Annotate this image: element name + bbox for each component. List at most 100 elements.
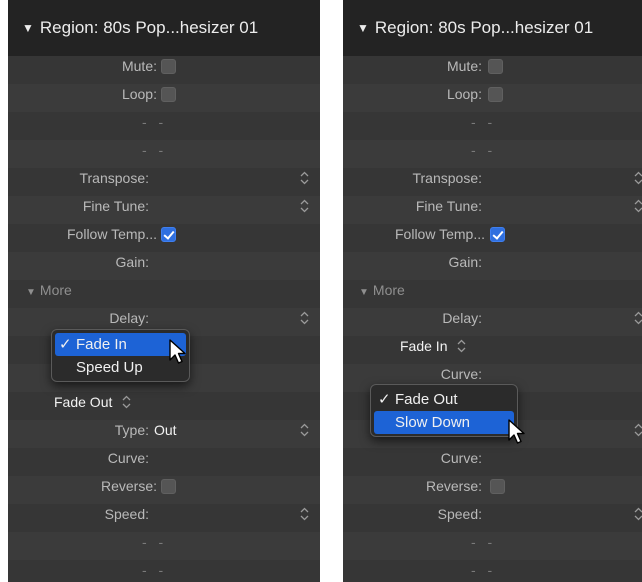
region-header[interactable]: ▼ Region: 80s Pop...hesizer 01 <box>343 0 642 56</box>
delay-row: Delay: <box>343 304 642 332</box>
fine-tune-stepper-icon[interactable] <box>300 199 309 213</box>
check-mark-icon: ✓ <box>59 336 72 353</box>
type-value[interactable]: Out <box>154 416 177 444</box>
reverse-row: Reverse: <box>8 472 320 500</box>
region-inspector-left: ▼ Region: 80s Pop...hesizer 01 Mute: Loop… <box>8 0 320 582</box>
speed-label: Speed: <box>104 506 149 522</box>
gain-label: Gain: <box>448 254 482 270</box>
type-label: Type: <box>114 422 149 438</box>
empty-row: - - <box>8 136 320 164</box>
region-title: Region: 80s Pop...hesizer 01 <box>374 18 594 37</box>
more-label: More <box>39 282 72 298</box>
transpose-stepper-icon[interactable] <box>634 171 642 185</box>
empty-value: - - <box>142 562 168 578</box>
fade-in-row: Fade In <box>343 332 642 360</box>
empty-value: - - <box>142 142 168 158</box>
empty-value: - - <box>471 142 497 158</box>
more-label: More <box>372 282 405 298</box>
menu-item-label: Fade In <box>76 336 127 353</box>
gain-row: Gain: <box>8 248 320 276</box>
more-row[interactable]: ▼ More <box>8 276 320 304</box>
region-header[interactable]: ▼ Region: 80s Pop...hesizer 01 <box>8 0 320 56</box>
check-mark-icon: ✓ <box>378 391 391 408</box>
fine-tune-row: Fine Tune: <box>8 192 320 220</box>
more-disclosure[interactable]: ▼ More <box>359 276 405 307</box>
mute-checkbox[interactable] <box>161 59 176 74</box>
menu-item-slow-down[interactable]: Slow Down <box>374 411 514 434</box>
fade-mode-popup[interactable]: Fade In <box>400 332 466 360</box>
empty-value: - - <box>471 114 497 130</box>
speed-stepper-icon[interactable] <box>634 507 642 521</box>
delay-label: Delay: <box>109 310 149 326</box>
reverse-checkbox[interactable] <box>490 479 505 494</box>
speed-label: Speed: <box>437 506 482 522</box>
delay-row: Delay: <box>8 304 320 332</box>
menu-item-label: Fade Out <box>395 391 458 408</box>
disclosure-triangle-icon[interactable]: ▼ <box>359 287 369 298</box>
transpose-row: Transpose: <box>8 164 320 192</box>
empty-row: - - <box>8 556 320 582</box>
popup-stepper-icon <box>457 339 466 353</box>
type-stepper-icon[interactable] <box>634 423 642 437</box>
menu-item-fade-out[interactable]: ✓ Fade Out <box>374 388 514 411</box>
curve-label: Curve: <box>440 450 482 466</box>
reverse-label: Reverse: <box>100 478 157 494</box>
more-disclosure[interactable]: ▼ More <box>26 276 72 307</box>
popup-stepper-icon <box>122 395 131 409</box>
disclosure-triangle-icon[interactable]: ▼ <box>26 287 36 298</box>
mute-label: Mute: <box>446 58 482 74</box>
mute-row: Mute: <box>343 52 642 80</box>
empty-row: - - <box>8 108 320 136</box>
fade-mode-menu: ✓ Fade Out Slow Down <box>370 384 518 437</box>
empty-value: - - <box>471 534 497 550</box>
empty-row: - - <box>343 528 642 556</box>
region-inspector-right: ▼ Region: 80s Pop...hesizer 01 Mute: Loop… <box>343 0 642 582</box>
reverse-checkbox[interactable] <box>161 479 176 494</box>
follow-tempo-row: Follow Temp... <box>343 220 642 248</box>
reverse-label: Reverse: <box>425 478 482 494</box>
loop-checkbox[interactable] <box>161 87 176 102</box>
curve-row: Curve: <box>8 444 320 472</box>
follow-tempo-checkbox[interactable] <box>490 227 505 242</box>
gain-label: Gain: <box>115 254 149 270</box>
fade-out-row: Fade Out <box>8 388 320 416</box>
delay-stepper-icon[interactable] <box>634 311 642 325</box>
menu-item-fade-in[interactable]: ✓ Fade In <box>55 333 186 356</box>
empty-row: - - <box>343 108 642 136</box>
empty-value: - - <box>471 562 497 578</box>
follow-tempo-checkbox[interactable] <box>161 227 176 242</box>
curve-label: Curve: <box>107 450 149 466</box>
more-row[interactable]: ▼ More <box>343 276 642 304</box>
speed-stepper-icon[interactable] <box>300 507 309 521</box>
menu-item-label: Speed Up <box>76 359 143 376</box>
arrow-cursor-icon <box>169 339 186 364</box>
mute-checkbox[interactable] <box>488 59 503 74</box>
mute-row: Mute: <box>8 52 320 80</box>
mute-label: Mute: <box>121 58 157 74</box>
menu-item-speed-up[interactable]: Speed Up <box>55 356 186 379</box>
empty-value: - - <box>142 114 168 130</box>
fine-tune-stepper-icon[interactable] <box>634 199 642 213</box>
loop-checkbox[interactable] <box>488 87 503 102</box>
empty-row: - - <box>343 556 642 582</box>
transpose-label: Transpose: <box>412 170 482 186</box>
transpose-stepper-icon[interactable] <box>300 171 309 185</box>
reverse-row: Reverse: <box>343 472 642 500</box>
loop-row: Loop: <box>343 80 642 108</box>
loop-label: Loop: <box>121 86 157 102</box>
empty-row: - - <box>8 528 320 556</box>
fade-mode-popup[interactable]: Fade Out <box>54 388 131 416</box>
speed-row: Speed: <box>343 500 642 528</box>
transpose-label: Transpose: <box>79 170 149 186</box>
empty-value: - - <box>142 534 168 550</box>
type-stepper-icon[interactable] <box>300 423 309 437</box>
disclosure-triangle-icon[interactable]: ▼ <box>357 21 369 35</box>
disclosure-triangle-icon[interactable]: ▼ <box>22 21 34 35</box>
follow-tempo-label: Follow Temp... <box>67 226 157 242</box>
arrow-cursor-icon <box>508 419 525 444</box>
empty-row: - - <box>343 136 642 164</box>
delay-stepper-icon[interactable] <box>300 311 309 325</box>
fine-tune-label: Fine Tune: <box>82 198 149 214</box>
menu-item-label: Slow Down <box>395 414 471 431</box>
fade-mode-value: Fade In <box>400 338 448 354</box>
